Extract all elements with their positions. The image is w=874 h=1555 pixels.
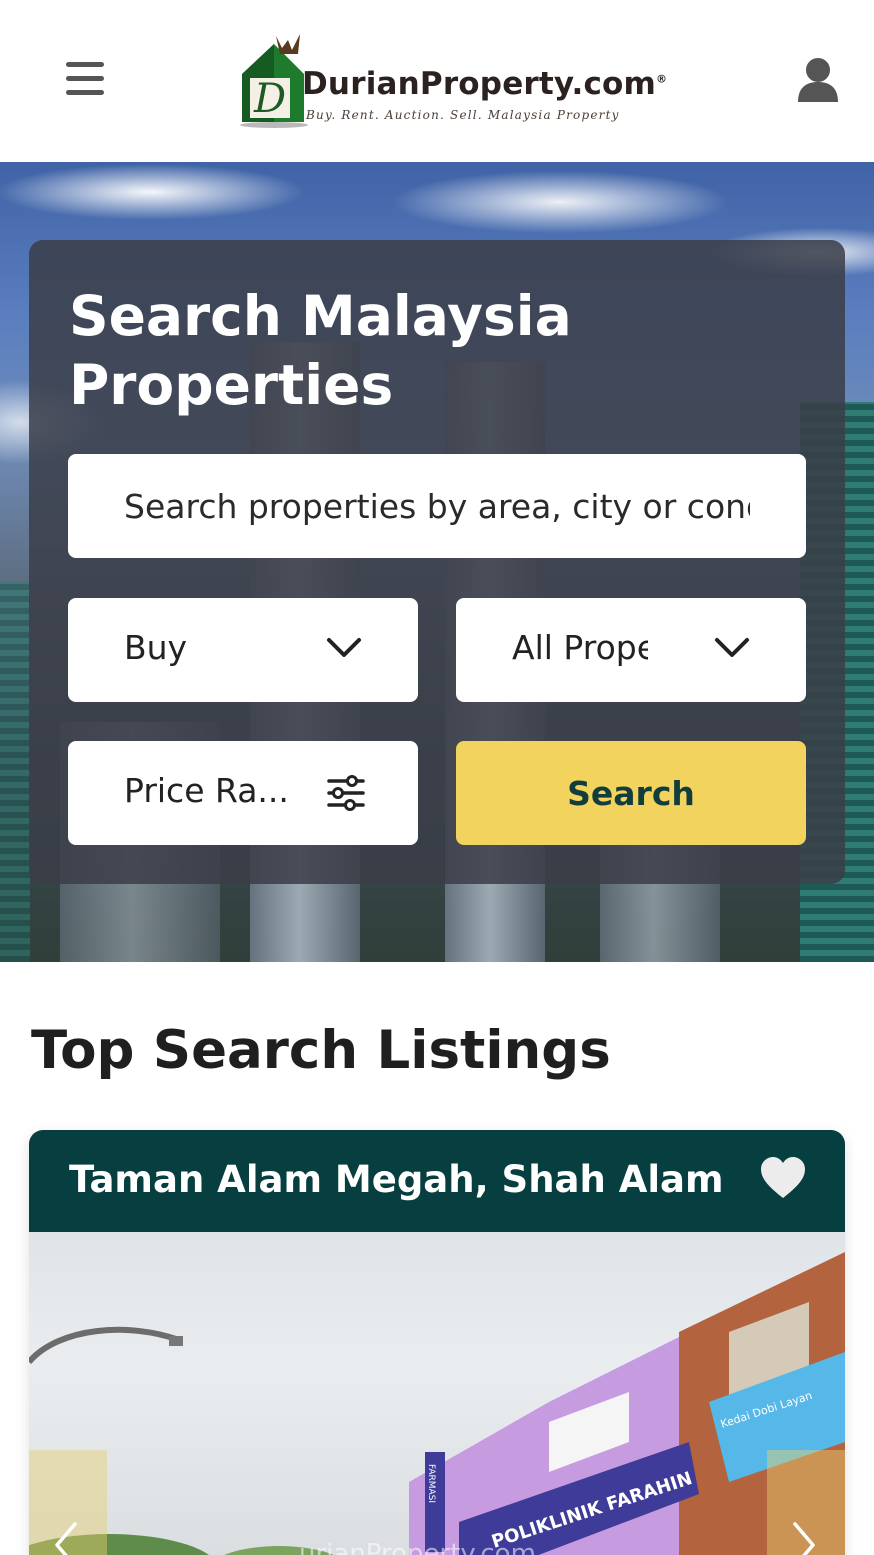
listing-title[interactable]: Taman Alam Megah, Shah Alam (69, 1158, 724, 1201)
hero-banner: Search Malaysia Properties Buy All Prope… (0, 162, 874, 962)
heart-favorite-icon[interactable] (759, 1156, 807, 1200)
logo-text: DurianProperty.com® (302, 66, 668, 102)
site-logo[interactable]: D DurianProperty.com® Buy. Rent. Auction… (236, 30, 676, 130)
price-range-value: Price Ra... (124, 771, 289, 810)
chevron-down-icon (327, 638, 361, 657)
listing-type-select[interactable]: Buy (68, 598, 418, 702)
user-icon[interactable] (796, 56, 840, 104)
price-range-select[interactable]: Price Ra... (68, 741, 418, 845)
chevron-down-icon (715, 638, 749, 657)
section-title: Top Search Listings (31, 1020, 611, 1081)
logo-tagline: Buy. Rent. Auction. Sell. Malaysia Prope… (306, 108, 620, 122)
pharmacy-sign-text: FARMASI (426, 1464, 436, 1503)
search-panel: Search Malaysia Properties Buy All Prope… (29, 240, 845, 884)
carousel-next-button[interactable] (767, 1450, 845, 1555)
listing-type-value: Buy (124, 628, 188, 667)
shophouse-photo-image: Kedai Dobi Layan POLIKLINIK FARAHIN FARM… (29, 1252, 845, 1555)
listing-card-header: Taman Alam Megah, Shah Alam (29, 1130, 845, 1232)
listing-photo[interactable]: Kedai Dobi Layan POLIKLINIK FARAHIN FARM… (29, 1232, 845, 1555)
listing-card[interactable]: Taman Alam Megah, Shah Alam Kedai Dobi L… (29, 1130, 845, 1555)
property-type-select[interactable]: All Property (456, 598, 806, 702)
glass-tower-image (0, 582, 30, 962)
search-input[interactable] (68, 454, 806, 558)
search-title: Search Malaysia Properties (69, 284, 572, 417)
chevron-left-icon (55, 1522, 77, 1555)
site-header: D DurianProperty.com® Buy. Rent. Auction… (0, 0, 874, 162)
chevron-right-icon (793, 1522, 815, 1555)
photo-watermark: urianProperty.com (299, 1539, 536, 1555)
sliders-filter-icon (327, 775, 365, 811)
svg-text:D: D (253, 76, 286, 122)
search-button[interactable]: Search (456, 741, 806, 845)
carousel-prev-button[interactable] (29, 1450, 107, 1555)
property-type-value: All Property (512, 628, 648, 667)
hamburger-menu-icon[interactable] (66, 62, 106, 98)
